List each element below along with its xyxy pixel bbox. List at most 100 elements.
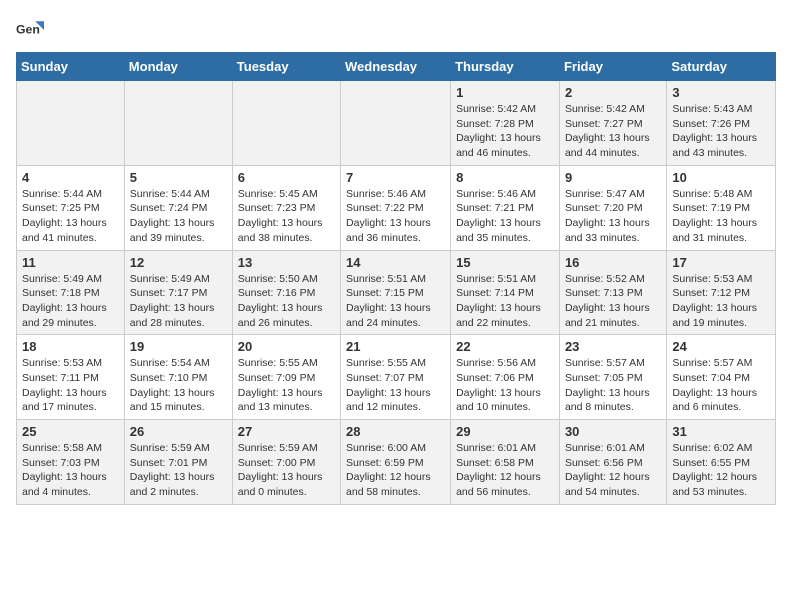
day-info: Sunrise: 5:55 AM Sunset: 7:07 PM Dayligh…: [346, 356, 445, 415]
calendar-week-row: 11 Sunrise: 5:49 AM Sunset: 7:18 PM Dayli…: [17, 250, 776, 335]
calendar-week-row: 1 Sunrise: 5:42 AM Sunset: 7:28 PM Daylig…: [17, 81, 776, 166]
day-info: Sunrise: 5:51 AM Sunset: 7:14 PM Dayligh…: [456, 272, 554, 331]
calendar-cell: 3 Sunrise: 5:43 AM Sunset: 7:26 PM Daylig…: [667, 81, 776, 166]
weekday-header-monday: Monday: [124, 53, 232, 81]
day-info: Sunrise: 5:52 AM Sunset: 7:13 PM Dayligh…: [565, 272, 661, 331]
day-number: 7: [346, 170, 445, 185]
day-number: 6: [238, 170, 335, 185]
calendar-cell: 11 Sunrise: 5:49 AM Sunset: 7:18 PM Dayli…: [17, 250, 125, 335]
day-number: 22: [456, 339, 554, 354]
calendar-cell: 28 Sunrise: 6:00 AM Sunset: 6:59 PM Dayli…: [341, 420, 451, 505]
day-number: 31: [672, 424, 770, 439]
day-info: Sunrise: 5:49 AM Sunset: 7:18 PM Dayligh…: [22, 272, 119, 331]
day-number: 5: [130, 170, 227, 185]
day-info: Sunrise: 5:58 AM Sunset: 7:03 PM Dayligh…: [22, 441, 119, 500]
day-number: 1: [456, 85, 554, 100]
day-info: Sunrise: 5:42 AM Sunset: 7:27 PM Dayligh…: [565, 102, 661, 161]
calendar-cell: 24 Sunrise: 5:57 AM Sunset: 7:04 PM Dayli…: [667, 335, 776, 420]
day-number: 16: [565, 255, 661, 270]
weekday-header-friday: Friday: [559, 53, 666, 81]
calendar-week-row: 25Sunrise: 5:58 AM Sunset: 7:03 PM Dayli…: [17, 420, 776, 505]
day-info: Sunrise: 5:53 AM Sunset: 7:11 PM Dayligh…: [22, 356, 119, 415]
day-info: Sunrise: 5:48 AM Sunset: 7:19 PM Dayligh…: [672, 187, 770, 246]
day-number: 14: [346, 255, 445, 270]
day-info: Sunrise: 5:59 AM Sunset: 7:00 PM Dayligh…: [238, 441, 335, 500]
day-number: 3: [672, 85, 770, 100]
day-info: Sunrise: 5:44 AM Sunset: 7:24 PM Dayligh…: [130, 187, 227, 246]
day-info: Sunrise: 5:54 AM Sunset: 7:10 PM Dayligh…: [130, 356, 227, 415]
day-number: 21: [346, 339, 445, 354]
logo-icon: Gen: [16, 16, 44, 44]
weekday-header-tuesday: Tuesday: [232, 53, 340, 81]
day-info: Sunrise: 5:42 AM Sunset: 7:28 PM Dayligh…: [456, 102, 554, 161]
calendar-cell: [17, 81, 125, 166]
weekday-header-saturday: Saturday: [667, 53, 776, 81]
calendar-cell: 23 Sunrise: 5:57 AM Sunset: 7:05 PM Dayli…: [559, 335, 666, 420]
day-info: Sunrise: 5:45 AM Sunset: 7:23 PM Dayligh…: [238, 187, 335, 246]
calendar-cell: 2 Sunrise: 5:42 AM Sunset: 7:27 PM Daylig…: [559, 81, 666, 166]
day-number: 27: [238, 424, 335, 439]
day-number: 19: [130, 339, 227, 354]
calendar-cell: 14Sunrise: 5:51 AM Sunset: 7:15 PM Dayli…: [341, 250, 451, 335]
calendar-cell: 5 Sunrise: 5:44 AM Sunset: 7:24 PM Daylig…: [124, 165, 232, 250]
day-info: Sunrise: 6:01 AM Sunset: 6:58 PM Dayligh…: [456, 441, 554, 500]
calendar-cell: 22 Sunrise: 5:56 AM Sunset: 7:06 PM Dayli…: [451, 335, 560, 420]
day-info: Sunrise: 5:57 AM Sunset: 7:04 PM Dayligh…: [672, 356, 770, 415]
day-number: 12: [130, 255, 227, 270]
calendar-cell: 13Sunrise: 5:50 AM Sunset: 7:16 PM Dayli…: [232, 250, 340, 335]
calendar-cell: 21 Sunrise: 5:55 AM Sunset: 7:07 PM Dayli…: [341, 335, 451, 420]
day-number: 2: [565, 85, 661, 100]
calendar-cell: 8 Sunrise: 5:46 AM Sunset: 7:21 PM Daylig…: [451, 165, 560, 250]
calendar-week-row: 18 Sunrise: 5:53 AM Sunset: 7:11 PM Dayli…: [17, 335, 776, 420]
day-number: 15: [456, 255, 554, 270]
calendar-cell: 1 Sunrise: 5:42 AM Sunset: 7:28 PM Daylig…: [451, 81, 560, 166]
calendar-cell: 4 Sunrise: 5:44 AM Sunset: 7:25 PM Daylig…: [17, 165, 125, 250]
day-number: 9: [565, 170, 661, 185]
calendar-cell: 9 Sunrise: 5:47 AM Sunset: 7:20 PM Daylig…: [559, 165, 666, 250]
day-number: 30: [565, 424, 661, 439]
calendar-cell: 6 Sunrise: 5:45 AM Sunset: 7:23 PM Daylig…: [232, 165, 340, 250]
calendar-cell: 29 Sunrise: 6:01 AM Sunset: 6:58 PM Dayli…: [451, 420, 560, 505]
day-number: 8: [456, 170, 554, 185]
day-info: Sunrise: 5:55 AM Sunset: 7:09 PM Dayligh…: [238, 356, 335, 415]
calendar-cell: 25Sunrise: 5:58 AM Sunset: 7:03 PM Dayli…: [17, 420, 125, 505]
day-number: 24: [672, 339, 770, 354]
calendar-cell: 10Sunrise: 5:48 AM Sunset: 7:19 PM Dayli…: [667, 165, 776, 250]
weekday-header-thursday: Thursday: [451, 53, 560, 81]
calendar-cell: 27 Sunrise: 5:59 AM Sunset: 7:00 PM Dayli…: [232, 420, 340, 505]
day-info: Sunrise: 6:02 AM Sunset: 6:55 PM Dayligh…: [672, 441, 770, 500]
calendar-cell: 26 Sunrise: 5:59 AM Sunset: 7:01 PM Dayli…: [124, 420, 232, 505]
calendar-cell: [124, 81, 232, 166]
day-info: Sunrise: 5:59 AM Sunset: 7:01 PM Dayligh…: [130, 441, 227, 500]
day-info: Sunrise: 5:50 AM Sunset: 7:16 PM Dayligh…: [238, 272, 335, 331]
day-number: 29: [456, 424, 554, 439]
day-info: Sunrise: 5:46 AM Sunset: 7:22 PM Dayligh…: [346, 187, 445, 246]
calendar-week-row: 4 Sunrise: 5:44 AM Sunset: 7:25 PM Daylig…: [17, 165, 776, 250]
day-info: Sunrise: 5:44 AM Sunset: 7:25 PM Dayligh…: [22, 187, 119, 246]
svg-text:Gen: Gen: [16, 23, 40, 37]
day-number: 28: [346, 424, 445, 439]
calendar-cell: 31 Sunrise: 6:02 AM Sunset: 6:55 PM Dayli…: [667, 420, 776, 505]
calendar-cell: [341, 81, 451, 166]
day-number: 18: [22, 339, 119, 354]
day-info: Sunrise: 6:00 AM Sunset: 6:59 PM Dayligh…: [346, 441, 445, 500]
day-info: Sunrise: 6:01 AM Sunset: 6:56 PM Dayligh…: [565, 441, 661, 500]
day-number: 11: [22, 255, 119, 270]
day-number: 23: [565, 339, 661, 354]
calendar-cell: 20Sunrise: 5:55 AM Sunset: 7:09 PM Dayli…: [232, 335, 340, 420]
calendar-cell: 30 Sunrise: 6:01 AM Sunset: 6:56 PM Dayli…: [559, 420, 666, 505]
day-info: Sunrise: 5:46 AM Sunset: 7:21 PM Dayligh…: [456, 187, 554, 246]
day-info: Sunrise: 5:47 AM Sunset: 7:20 PM Dayligh…: [565, 187, 661, 246]
day-number: 4: [22, 170, 119, 185]
weekday-header-row: SundayMondayTuesdayWednesdayThursdayFrid…: [17, 53, 776, 81]
day-number: 17: [672, 255, 770, 270]
calendar-cell: 7 Sunrise: 5:46 AM Sunset: 7:22 PM Daylig…: [341, 165, 451, 250]
page-header: Gen: [16, 16, 776, 44]
day-info: Sunrise: 5:56 AM Sunset: 7:06 PM Dayligh…: [456, 356, 554, 415]
weekday-header-sunday: Sunday: [17, 53, 125, 81]
day-number: 26: [130, 424, 227, 439]
day-info: Sunrise: 5:57 AM Sunset: 7:05 PM Dayligh…: [565, 356, 661, 415]
day-info: Sunrise: 5:43 AM Sunset: 7:26 PM Dayligh…: [672, 102, 770, 161]
day-info: Sunrise: 5:49 AM Sunset: 7:17 PM Dayligh…: [130, 272, 227, 331]
day-info: Sunrise: 5:53 AM Sunset: 7:12 PM Dayligh…: [672, 272, 770, 331]
